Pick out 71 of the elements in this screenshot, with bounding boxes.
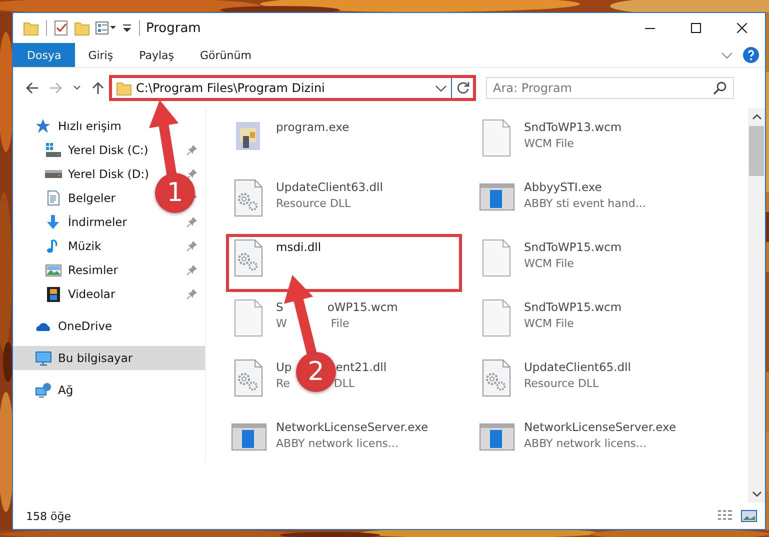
file-name: UpdateClient63.dll	[276, 180, 383, 194]
image-icon	[45, 262, 62, 278]
file-type: DLL	[334, 377, 355, 390]
file-name: Up	[276, 360, 292, 374]
refresh-icon	[456, 81, 470, 95]
folder-icon	[23, 20, 39, 36]
folder-icon	[116, 80, 132, 96]
file-name: AbbyySTI.exe	[524, 180, 603, 194]
help-icon[interactable]	[743, 47, 759, 63]
search-icon[interactable]	[713, 81, 727, 95]
sidebar-item[interactable]: İndirmeler	[13, 210, 127, 234]
sidebar-item[interactable]: Bu bilgisayar	[13, 346, 205, 370]
ribbon-tab[interactable]: Giriş	[75, 43, 126, 67]
properties-icon[interactable]	[95, 20, 117, 36]
monitor-icon	[35, 350, 52, 366]
up-chevron-icon	[752, 113, 762, 121]
ribbon-tab[interactable]: Dosya	[13, 43, 76, 67]
star-icon	[35, 118, 52, 134]
file-name: NetworkLicenseServer.exe	[524, 420, 676, 434]
file-type: WCM File	[524, 137, 575, 150]
file-name: UpdateClient65.dll	[524, 360, 631, 374]
sidebar-item[interactable]: Hızlı erişim	[13, 114, 122, 138]
file-name: msdi.dll	[276, 240, 322, 254]
file-type: ABBY network licens...	[524, 437, 648, 450]
download-icon	[45, 214, 62, 230]
checklist-icon[interactable]	[53, 20, 69, 36]
up-arrow-icon[interactable]	[91, 81, 105, 95]
file-name: oWP15.wcm	[327, 300, 398, 314]
window-title: Program	[146, 20, 201, 36]
sidebar-item[interactable]: Belgeler	[13, 186, 116, 210]
file-name: program.exe	[276, 120, 350, 134]
file-name: NetworkLicenseServer.exe	[276, 420, 428, 434]
drive-icon	[45, 142, 62, 158]
back-arrow-icon[interactable]	[25, 81, 39, 95]
file-type: Resource DLL	[524, 377, 600, 390]
close-icon	[737, 23, 747, 33]
maximize-icon	[691, 23, 701, 33]
file-type: Resource DLL	[276, 197, 352, 210]
file-type: File	[330, 317, 350, 330]
document-icon	[45, 190, 62, 206]
file-name: S	[276, 300, 284, 314]
file-type: WCM File	[524, 257, 575, 270]
file-name: SndToWP13.wcm	[524, 120, 622, 134]
scroll-thumb[interactable]	[749, 126, 764, 176]
sidebar-item[interactable]: Yerel Disk (C:)	[13, 138, 148, 162]
sidebar-item[interactable]: Resimler	[13, 258, 118, 282]
film-icon	[45, 286, 62, 302]
item-count: 158 öğe	[26, 510, 71, 522]
ribbon-tab[interactable]: Görünüm	[187, 43, 264, 67]
sidebar-item[interactable]: Yerel Disk (D:)	[13, 162, 150, 186]
file-type: ABBY network licens...	[276, 437, 400, 450]
sidebar-item[interactable]: Videolar	[13, 282, 116, 306]
address-path: C:\Program Files\Program Dizini	[136, 81, 326, 95]
file-type: ABBY sti event hand...	[524, 197, 646, 210]
ribbon-tab[interactable]: Paylaş	[126, 43, 187, 67]
down-chevron-icon	[752, 490, 762, 498]
file-type: Re	[276, 377, 290, 390]
address-bar[interactable]: C:\Program Files\Program Dizini	[109, 75, 476, 101]
file-name: SndToWP15.wcm	[524, 240, 622, 254]
sidebar-item[interactable]: Ağ	[13, 378, 74, 402]
sidebar-item[interactable]: Müzik	[13, 234, 102, 258]
file-name: ent21.dll	[336, 360, 387, 374]
search-field[interactable]: Ara: Program	[486, 77, 734, 99]
file-item[interactable]: msdi.dll	[226, 234, 462, 292]
file-name: SndToWP15.wcm	[524, 300, 622, 314]
sidebar-item[interactable]: OneDrive	[13, 314, 112, 338]
file-type: W	[276, 317, 287, 330]
network-icon	[35, 382, 52, 398]
file-type: WCM File	[524, 317, 575, 330]
large-icons-view-icon[interactable]	[741, 509, 757, 523]
scrollbar[interactable]	[748, 108, 765, 503]
